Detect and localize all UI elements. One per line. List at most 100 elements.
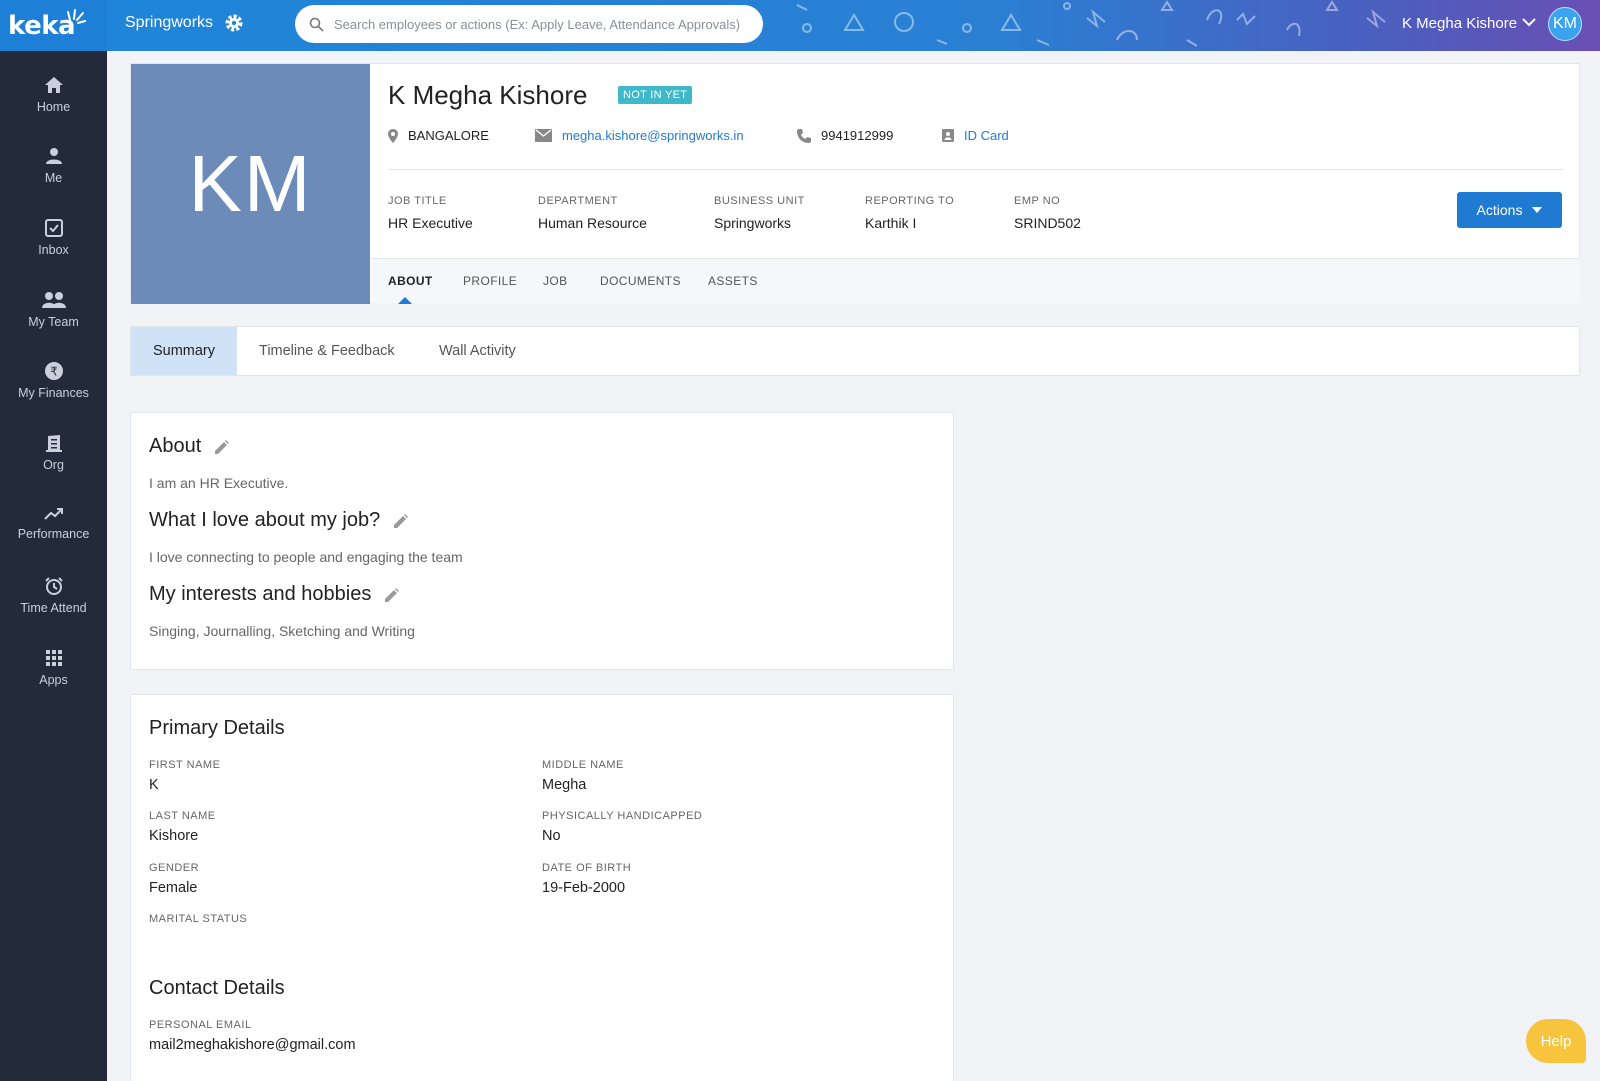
sidebar-item-org[interactable]: Org <box>0 417 107 489</box>
meta-label: BUSINESS UNIT <box>714 195 805 207</box>
edit-pencil-icon[interactable] <box>385 587 400 602</box>
contact-details-title: Contact Details <box>149 977 285 999</box>
contact-row: BANGALORE megha.kishore@springworks.in 9… <box>388 128 1009 143</box>
meta-value: Springworks <box>714 215 792 231</box>
rupee-icon: ₹ <box>44 362 63 381</box>
sidebar-item-label: Home <box>36 99 71 114</box>
keka-logo[interactable]: keka <box>0 0 107 51</box>
building-icon <box>45 434 62 452</box>
meta-label: JOB TITLE <box>388 195 447 207</box>
about-card: About I am an HR Executive. What I love … <box>130 412 954 670</box>
field-date-of-birth: 19-Feb-2000 <box>542 880 626 896</box>
section-title-text: About <box>149 435 202 457</box>
field-label: FIRST NAME <box>149 759 221 771</box>
search-icon <box>309 17 324 32</box>
team-icon <box>41 291 66 308</box>
interests-section-title: My interests and hobbies <box>149 583 400 606</box>
grid-icon <box>45 649 62 666</box>
subtab-wall-activity[interactable]: Wall Activity <box>417 327 538 375</box>
section-title-text: What I love about my job? <box>149 509 381 531</box>
sidebar-item-my-team[interactable]: My Team <box>0 274 107 346</box>
actions-label: Actions <box>1476 202 1523 218</box>
details-card: Primary Details FIRST NAME K MIDDLE NAME… <box>130 694 954 1081</box>
field-last-name: Kishore <box>149 828 199 844</box>
phone: 9941912999 <box>797 128 942 143</box>
love-job-text: I love connecting to people and engaging… <box>149 549 463 565</box>
sidebar-item-label: Time Attend <box>20 600 87 615</box>
meta-value: SRIND502 <box>1014 215 1081 231</box>
clock-icon <box>44 577 63 595</box>
location: BANGALORE <box>388 128 535 143</box>
sidebar-item-label: My Finances <box>18 386 89 401</box>
id-card-link[interactable]: ID Card <box>964 128 1009 143</box>
sidebar-item-my-finances[interactable]: ₹ My Finances <box>0 345 107 417</box>
meta-label: DEPARTMENT <box>538 195 618 207</box>
sidebar-item-label: Me <box>44 171 63 186</box>
field-middle-name: Megha <box>542 777 587 793</box>
divider <box>388 169 1564 170</box>
meta-job-title: JOB TITLE HR Executive <box>388 195 473 231</box>
sidebar-item-label: Apps <box>39 672 68 687</box>
logo-text: keka <box>8 10 76 41</box>
search-input[interactable] <box>334 16 754 32</box>
search-box[interactable] <box>295 5 763 43</box>
sidebar-item-inbox[interactable]: Inbox <box>0 202 107 274</box>
about-section-title: About <box>149 435 230 458</box>
sidebar-item-me[interactable]: Me <box>0 131 107 203</box>
field-gender: Female <box>149 880 198 896</box>
field-label: MARITAL STATUS <box>149 913 248 925</box>
profile-name: K Megha Kishore <box>388 80 588 110</box>
user-avatar[interactable]: KM <box>1548 7 1582 41</box>
interests-text: Singing, Journalling, Sketching and Writ… <box>149 623 415 639</box>
sidebar-item-label: Org <box>43 457 64 472</box>
field-label: GENDER <box>149 862 200 874</box>
location-pin-icon <box>388 128 398 143</box>
id-card: ID Card <box>942 128 1009 143</box>
caret-down-icon <box>1532 207 1543 213</box>
email: megha.kishore@springworks.in <box>535 128 797 143</box>
field-personal-email: mail2meghakishore@gmail.com <box>149 1037 356 1053</box>
field-label: MIDDLE NAME <box>542 759 624 771</box>
tab-job[interactable]: JOB <box>543 274 568 288</box>
reporting-to-link[interactable]: Karthik I <box>865 215 954 231</box>
user-name[interactable]: K Megha Kishore <box>1402 15 1517 32</box>
field-label: DATE OF BIRTH <box>542 862 632 874</box>
tab-about[interactable]: ABOUT <box>388 274 433 288</box>
sidebar-item-home[interactable]: Home <box>0 59 107 131</box>
sidebar-item-apps[interactable]: Apps <box>0 632 107 704</box>
actions-button[interactable]: Actions <box>1457 192 1562 228</box>
header-decoration <box>796 0 1386 47</box>
help-button[interactable]: Help <box>1526 1019 1586 1063</box>
sidebar-item-label: Inbox <box>38 242 69 257</box>
tab-documents[interactable]: DOCUMENTS <box>600 274 681 288</box>
meta-label: REPORTING TO <box>865 195 955 207</box>
email-link[interactable]: megha.kishore@springworks.in <box>562 128 744 143</box>
section-title-text: My interests and hobbies <box>149 583 372 605</box>
subtab-summary[interactable]: Summary <box>131 327 237 375</box>
meta-value: Human Resource <box>538 215 647 231</box>
subtab-timeline-feedback[interactable]: Timeline & Feedback <box>237 327 417 375</box>
edit-pencil-icon[interactable] <box>394 513 409 528</box>
field-label: PERSONAL EMAIL <box>149 1019 252 1031</box>
profile-tabs: ABOUT PROFILE JOB DOCUMENTS ASSETS <box>371 258 1580 304</box>
meta-business-unit: BUSINESS UNIT Springworks <box>714 195 805 231</box>
active-tab-indicator <box>398 297 412 304</box>
sidebar-item-performance[interactable]: Performance <box>0 489 107 561</box>
sub-tabs: Summary Timeline & Feedback Wall Activit… <box>130 326 1580 376</box>
chevron-down-icon[interactable] <box>1522 17 1536 27</box>
edit-pencil-icon[interactable] <box>215 439 230 454</box>
tab-profile[interactable]: PROFILE <box>463 274 517 288</box>
tab-assets[interactable]: ASSETS <box>708 274 758 288</box>
phone-icon <box>797 128 811 143</box>
sidebar-item-time-attend[interactable]: Time Attend <box>0 560 107 632</box>
field-label: PHYSICALLY HANDICAPPED <box>542 810 703 822</box>
sidebar-item-label: My Team <box>28 314 79 329</box>
meta-department: DEPARTMENT Human Resource <box>538 195 647 231</box>
profile-avatar[interactable]: KM <box>131 64 370 304</box>
love-job-section-title: What I love about my job? <box>149 509 409 532</box>
status-badge: NOT IN YET <box>618 86 693 104</box>
location-text: BANGALORE <box>408 128 489 143</box>
gear-icon[interactable] <box>224 13 244 33</box>
org-name[interactable]: Springworks <box>125 14 213 32</box>
field-first-name: K <box>149 777 159 793</box>
